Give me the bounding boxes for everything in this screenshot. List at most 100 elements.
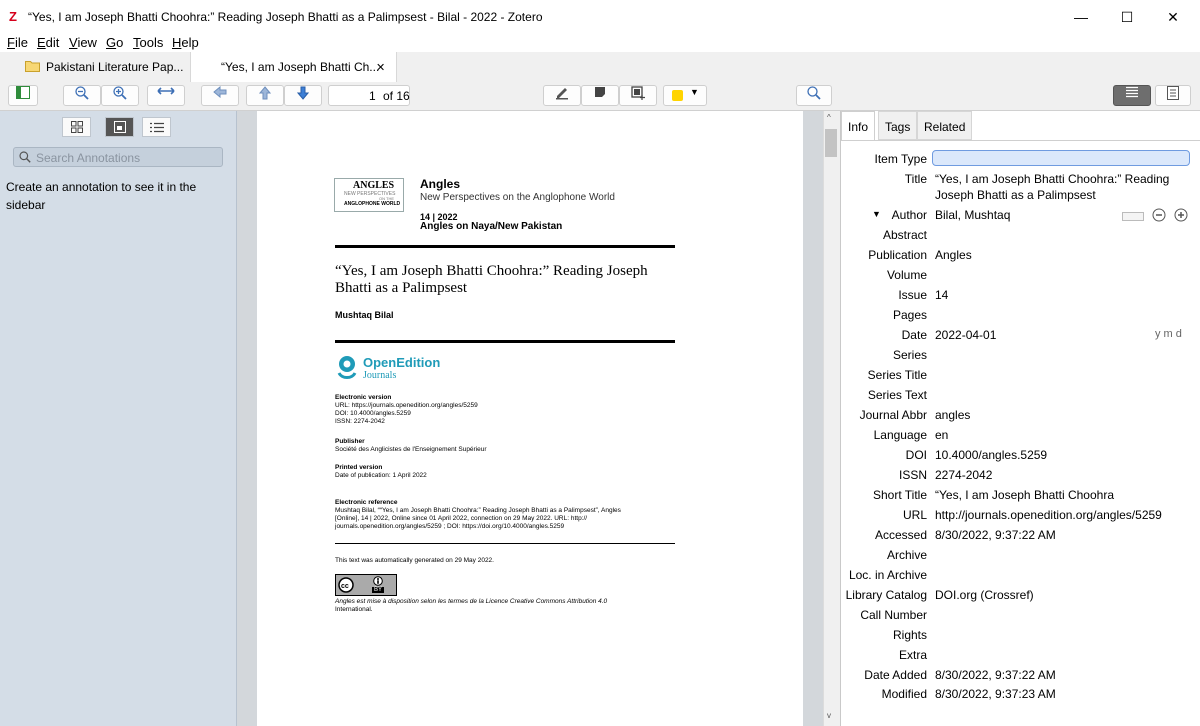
- tab-close-icon[interactable]: ✕: [376, 61, 385, 74]
- outline-view-button[interactable]: [142, 117, 171, 137]
- field-label: Short Title: [872, 488, 927, 502]
- openedition-brand: OpenEdition: [363, 355, 441, 370]
- menu-tools-label: ools: [139, 35, 164, 50]
- pdf-scrollbar[interactable]: ^ v: [823, 111, 840, 726]
- menu-tools[interactable]: Tools: [133, 35, 163, 50]
- menu-file[interactable]: File: [7, 35, 28, 50]
- next-page-button[interactable]: [284, 85, 322, 106]
- toggle-context-pane-button[interactable]: [1113, 85, 1151, 106]
- field-label: Library Catalog: [845, 588, 927, 602]
- publisher-name: Société des Anglicistes de l'Enseignemen…: [335, 446, 487, 453]
- menu-help[interactable]: Help: [172, 35, 199, 50]
- tab-info[interactable]: Info: [841, 111, 876, 140]
- rule-top: [335, 245, 675, 248]
- item-pane-tabs: Info Tags Related: [841, 111, 1200, 140]
- note-icon: [595, 87, 605, 97]
- field-label: Date: [901, 328, 927, 342]
- field-value-continued[interactable]: Joseph Bhatti as a Palimpsest: [935, 188, 1096, 202]
- field-value[interactable]: 8/30/2022, 9:37:22 AM: [935, 668, 1056, 682]
- field-value[interactable]: “Yes, I am Joseph Bhatti Choohra:” Readi…: [935, 172, 1169, 186]
- publisher-heading: Publisher: [335, 438, 365, 445]
- article-author: Mushtaq Bilal: [335, 310, 394, 320]
- menu-edit-label: dit: [45, 35, 60, 50]
- field-label: Call Number: [860, 608, 927, 622]
- author-expand-icon[interactable]: ▼: [872, 209, 881, 219]
- reference-line-2: [Online], 14 | 2022, Online since 01 Apr…: [335, 515, 588, 522]
- empty-annotations-message: Create an annotation to see it in the si…: [6, 180, 197, 212]
- field-value[interactable]: Bilal, Mushtaq: [935, 208, 1010, 222]
- menu-edit-accel: E: [37, 35, 46, 50]
- field-label: Series Title: [867, 368, 927, 382]
- menu-edit[interactable]: Edit: [37, 35, 59, 50]
- minimize-button[interactable]: —: [1058, 6, 1104, 28]
- item-pane-icon: [1126, 86, 1138, 98]
- zoom-in-icon: [113, 86, 127, 100]
- field-value[interactable]: 14: [935, 288, 948, 302]
- field-label: Journal Abbr: [859, 408, 927, 422]
- scroll-up-icon[interactable]: ^: [827, 113, 831, 122]
- openedition-logo-icon: [337, 356, 357, 379]
- tab-library[interactable]: Pakistani Literature Pap...: [18, 52, 190, 82]
- zoom-out-icon: [75, 86, 89, 100]
- field-value[interactable]: angles: [935, 408, 970, 422]
- back-button[interactable]: [201, 85, 239, 106]
- fit-width-button[interactable]: [147, 85, 185, 106]
- tab-reader[interactable]: “Yes, I am Joseph Bhatti Ch... ✕: [190, 52, 397, 82]
- arrow-down-icon: [297, 86, 309, 100]
- close-button[interactable]: ✕: [1150, 6, 1196, 28]
- field-label: Language: [873, 428, 927, 442]
- menu-bar: File Edit View Go Tools Help: [0, 34, 1200, 52]
- menu-go[interactable]: Go: [106, 35, 123, 50]
- field-value[interactable]: Angles: [935, 248, 972, 262]
- field-value[interactable]: 2274-2042: [935, 468, 992, 482]
- field-value[interactable]: “Yes, I am Joseph Bhatti Choohra: [935, 488, 1114, 502]
- field-value[interactable]: 8/30/2022, 9:37:23 AM: [935, 687, 1056, 701]
- scroll-down-icon[interactable]: v: [827, 711, 831, 720]
- tab-related[interactable]: Related: [917, 111, 973, 140]
- add-author-icon[interactable]: [1174, 208, 1188, 222]
- chevron-down-icon: ▼: [690, 87, 699, 97]
- thumbnails-view-button[interactable]: [62, 117, 91, 137]
- previous-page-button[interactable]: [246, 85, 284, 106]
- toggle-sidebar-button[interactable]: [8, 85, 38, 106]
- arrow-up-icon: [259, 86, 271, 100]
- field-value[interactable]: http://journals.openedition.org/angles/5…: [935, 508, 1162, 522]
- note-tool-button[interactable]: [581, 85, 619, 106]
- author-mode-toggle[interactable]: [1122, 212, 1144, 221]
- page-total: of 16: [383, 89, 410, 103]
- search-placeholder: Search Annotations: [36, 151, 141, 165]
- find-button[interactable]: [796, 85, 832, 106]
- pdf-page[interactable]: ANGLES NEW PERSPECTIVES ON THE ANGLOPHON…: [257, 111, 803, 726]
- zoom-out-button[interactable]: [63, 85, 101, 106]
- rule-bottom: [335, 340, 675, 343]
- area-tool-button[interactable]: [619, 85, 657, 106]
- highlight-tool-button[interactable]: [543, 85, 581, 106]
- annotations-view-button[interactable]: [105, 117, 134, 137]
- field-value[interactable]: 10.4000/angles.5259: [935, 448, 1047, 462]
- search-icon: [807, 86, 821, 100]
- field-value[interactable]: 2022-04-01: [935, 328, 996, 342]
- field-value[interactable]: DOI.org (Crossref): [935, 588, 1034, 602]
- zoom-in-button[interactable]: [101, 85, 139, 106]
- field-value[interactable]: en: [935, 428, 948, 442]
- field-label: Date Added: [864, 668, 927, 682]
- maximize-button[interactable]: ☐: [1104, 6, 1150, 28]
- pdf-scrollbar-thumb[interactable]: [825, 129, 837, 157]
- field-label: Loc. in Archive: [848, 568, 927, 582]
- toggle-notes-pane-button[interactable]: [1155, 85, 1191, 106]
- color-picker-button[interactable]: ▼: [663, 85, 707, 106]
- menu-file-accel: F: [7, 35, 15, 50]
- fit-width-icon: [157, 87, 175, 95]
- journal-subtitle: New Perspectives on the Anglophone World: [420, 192, 615, 203]
- item-type-select[interactable]: [932, 150, 1190, 166]
- article-title-line-2: Bhatti as a Palimpsest: [335, 280, 468, 296]
- menu-view[interactable]: View: [69, 35, 97, 50]
- window-title: “Yes, I am Joseph Bhatti Choohra:” Readi…: [28, 10, 543, 24]
- tab-tags[interactable]: Tags: [878, 111, 918, 140]
- field-label: Pages: [892, 308, 927, 322]
- field-value[interactable]: 8/30/2022, 9:37:22 AM: [935, 528, 1056, 542]
- field-label: Series: [892, 348, 927, 362]
- remove-author-icon[interactable]: [1152, 208, 1166, 222]
- reference-heading: Electronic reference: [335, 499, 398, 506]
- logo-line-3: ANGLOPHONE WORLD: [344, 201, 401, 207]
